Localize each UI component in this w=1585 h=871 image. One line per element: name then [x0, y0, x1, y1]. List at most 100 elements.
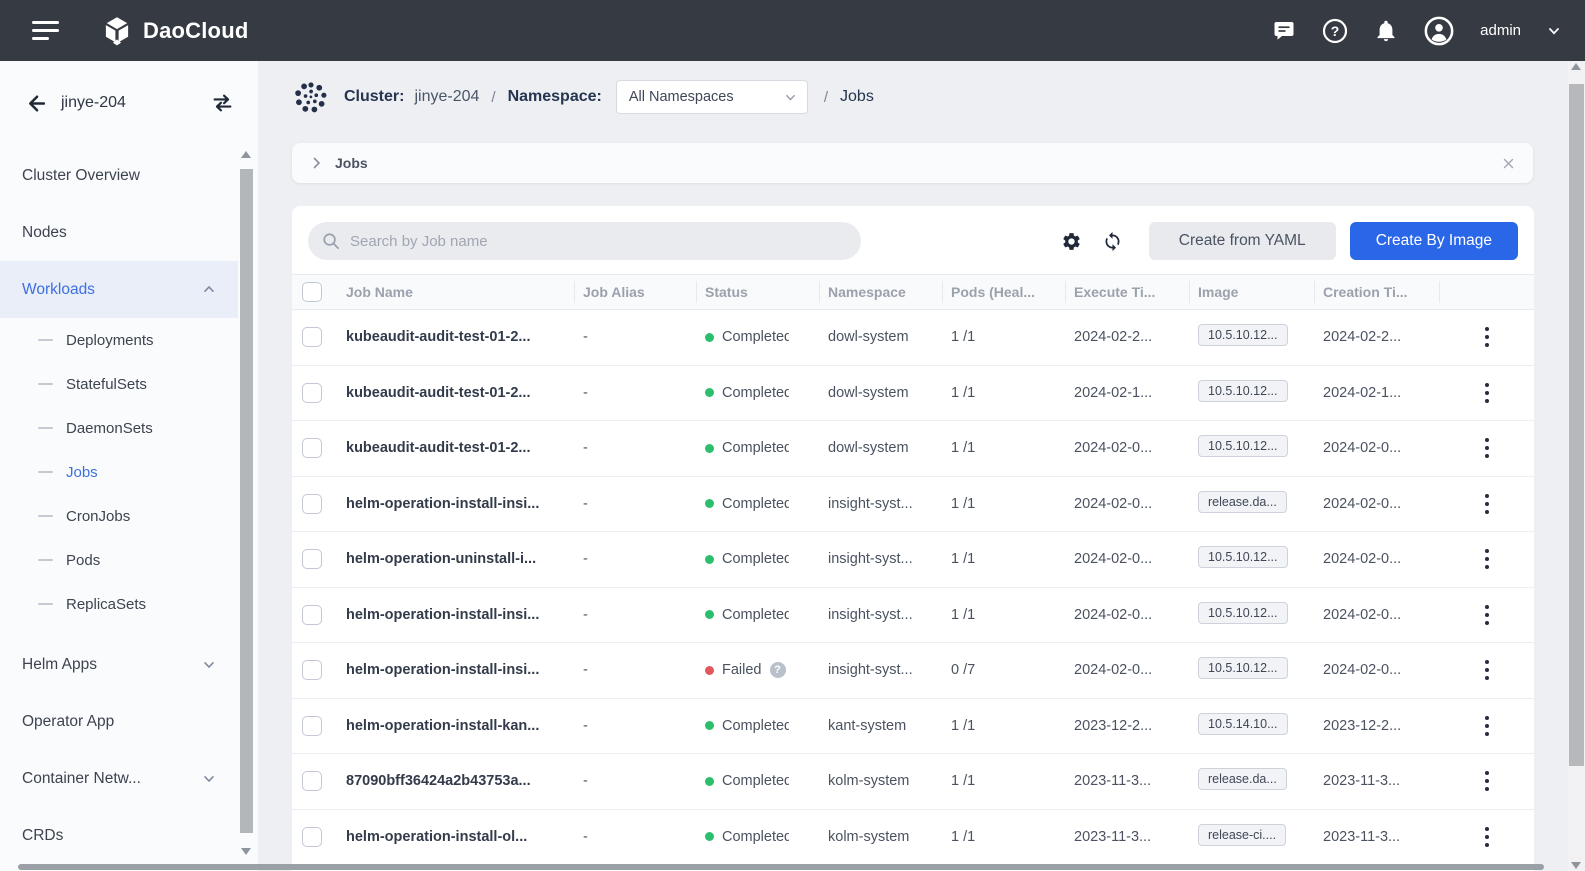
column-header-pods-heal[interactable]: Pods (Heal...	[943, 281, 1066, 303]
page-scrollbar-thumb[interactable]	[1569, 84, 1584, 766]
breadcrumb-cluster-value[interactable]: jinye-204	[414, 88, 479, 106]
column-header-job-alias[interactable]: Job Alias	[575, 281, 697, 303]
row-checkbox[interactable]	[302, 605, 322, 625]
job-name-cell[interactable]: 87090bff36424a2b43753a...	[340, 773, 575, 789]
sidebar-item-helm-apps[interactable]: Helm Apps	[0, 636, 238, 693]
close-icon[interactable]	[1502, 157, 1515, 170]
status-help-icon[interactable]: ?	[770, 662, 786, 678]
job-name-cell[interactable]: helm-operation-install-kan...	[340, 718, 575, 734]
sidebar-item-operator-app[interactable]: Operator App	[0, 693, 238, 750]
sidebar-item-nodes[interactable]: Nodes	[0, 204, 238, 261]
row-checkbox[interactable]	[302, 327, 322, 347]
kebab-menu-icon[interactable]	[1476, 322, 1498, 352]
job-name-cell[interactable]: kubeaudit-audit-test-01-2...	[340, 440, 575, 456]
kebab-menu-icon[interactable]	[1476, 600, 1498, 630]
topbar-actions: ? admin	[1272, 16, 1561, 46]
row-checkbox[interactable]	[302, 771, 322, 791]
job-name-cell[interactable]: kubeaudit-audit-test-01-2...	[340, 329, 575, 345]
column-header-image[interactable]: Image	[1190, 281, 1315, 303]
scroll-up-icon[interactable]	[1571, 63, 1581, 70]
namespace-select[interactable]: All Namespaces	[616, 80, 808, 114]
row-checkbox[interactable]	[302, 494, 322, 514]
row-checkbox[interactable]	[302, 549, 322, 569]
kebab-menu-icon[interactable]	[1476, 433, 1498, 463]
sidebar-item-container-netw[interactable]: Container Netw...	[0, 750, 238, 807]
sidebar-scrollbar[interactable]	[240, 149, 253, 857]
status-cell: Completed	[697, 385, 820, 401]
kebab-menu-icon[interactable]	[1476, 711, 1498, 741]
create-by-image-button[interactable]: Create By Image	[1350, 222, 1518, 260]
brand-logo[interactable]: DaoCloud	[101, 15, 248, 47]
column-header-status[interactable]: Status	[697, 281, 820, 303]
kebab-menu-icon[interactable]	[1476, 489, 1498, 519]
kebab-menu-icon[interactable]	[1476, 544, 1498, 574]
kebab-menu-icon[interactable]	[1476, 822, 1498, 852]
kebab-menu-icon[interactable]	[1476, 766, 1498, 796]
refresh-icon[interactable]	[1098, 227, 1127, 256]
help-icon[interactable]: ?	[1322, 18, 1348, 44]
job-name-cell[interactable]: helm-operation-install-ol...	[340, 829, 575, 845]
user-menu-chevron-icon[interactable]	[1547, 24, 1561, 38]
row-actions-cell	[1440, 766, 1534, 796]
jobs-tab-banner[interactable]: Jobs	[292, 143, 1533, 183]
row-checkbox[interactable]	[302, 660, 322, 680]
kebab-menu-icon[interactable]	[1476, 655, 1498, 685]
job-name-cell[interactable]: helm-operation-install-insi...	[340, 662, 575, 678]
switch-cluster-icon[interactable]	[211, 93, 234, 113]
row-checkbox[interactable]	[302, 716, 322, 736]
bell-icon[interactable]	[1374, 19, 1398, 43]
create-from-yaml-button[interactable]: Create from YAML	[1149, 222, 1336, 260]
back-arrow-icon[interactable]	[24, 92, 47, 115]
row-checkbox[interactable]	[302, 383, 322, 403]
sidebar-item-daemonsets[interactable]: DaemonSets	[0, 406, 238, 450]
row-actions-cell	[1440, 655, 1534, 685]
dash-icon	[38, 603, 53, 606]
column-header-job-name[interactable]: Job Name	[340, 281, 575, 303]
status-badge: Completed	[722, 329, 789, 345]
search-input[interactable]	[308, 222, 861, 260]
image-cell: 10.5.10.12...	[1190, 657, 1315, 683]
kebab-menu-icon[interactable]	[1476, 378, 1498, 408]
column-header-creation-ti[interactable]: Creation Ti...	[1315, 281, 1440, 303]
image-badge: 10.5.10.12...	[1198, 435, 1288, 457]
image-badge: 10.5.10.12...	[1198, 602, 1288, 624]
gear-icon[interactable]	[1057, 227, 1086, 256]
sidebar-item-pods[interactable]: Pods	[0, 538, 238, 582]
menu-icon[interactable]	[32, 16, 59, 45]
sidebar-item-crds[interactable]: CRDs	[0, 807, 238, 864]
toolbar-actions: Create from YAML Create By Image	[1057, 222, 1518, 260]
sidebar-item-jobs[interactable]: Jobs	[0, 450, 238, 494]
sidebar-item-workloads[interactable]: Workloads	[0, 261, 238, 318]
pods-cell: 1 /1	[943, 718, 1066, 734]
message-icon[interactable]	[1272, 19, 1296, 43]
page-scrollbar[interactable]	[1568, 61, 1585, 871]
job-name-cell[interactable]: helm-operation-uninstall-i...	[340, 551, 575, 567]
username[interactable]: admin	[1480, 22, 1521, 39]
horizontal-scrollbar-thumb[interactable]	[18, 864, 1544, 870]
execute-time-cell: 2024-02-0...	[1066, 440, 1190, 456]
row-checkbox[interactable]	[302, 827, 322, 847]
sidebar-item-statefulsets[interactable]: StatefulSets	[0, 362, 238, 406]
scroll-down-icon[interactable]	[241, 848, 251, 855]
horizontal-scrollbar[interactable]	[0, 863, 1568, 871]
row-checkbox[interactable]	[302, 438, 322, 458]
sidebar-item-deployments[interactable]: Deployments	[0, 318, 238, 362]
job-name-cell[interactable]: helm-operation-install-insi...	[340, 496, 575, 512]
sidebar-item-cronjobs[interactable]: CronJobs	[0, 494, 238, 538]
chevron-right-icon	[310, 156, 323, 170]
select-all-checkbox[interactable]	[302, 282, 322, 302]
sidebar-scrollbar-thumb[interactable]	[240, 169, 253, 833]
column-header-namespace[interactable]: Namespace	[820, 281, 943, 303]
column-header-execute-ti[interactable]: Execute Ti...	[1066, 281, 1190, 303]
namespace-select-value: All Namespaces	[629, 89, 734, 105]
sidebar-item-replicasets[interactable]: ReplicaSets	[0, 582, 238, 626]
user-avatar-icon[interactable]	[1424, 16, 1454, 46]
scroll-down-icon[interactable]	[1571, 862, 1581, 869]
job-name-cell[interactable]: kubeaudit-audit-test-01-2...	[340, 385, 575, 401]
scroll-up-icon[interactable]	[241, 151, 251, 158]
status-cell: Completed	[697, 607, 820, 623]
job-name-cell[interactable]: helm-operation-install-insi...	[340, 607, 575, 623]
banner-label: Jobs	[335, 155, 368, 171]
sidebar-item-cluster-overview[interactable]: Cluster Overview	[0, 147, 238, 204]
dash-icon	[38, 515, 53, 518]
